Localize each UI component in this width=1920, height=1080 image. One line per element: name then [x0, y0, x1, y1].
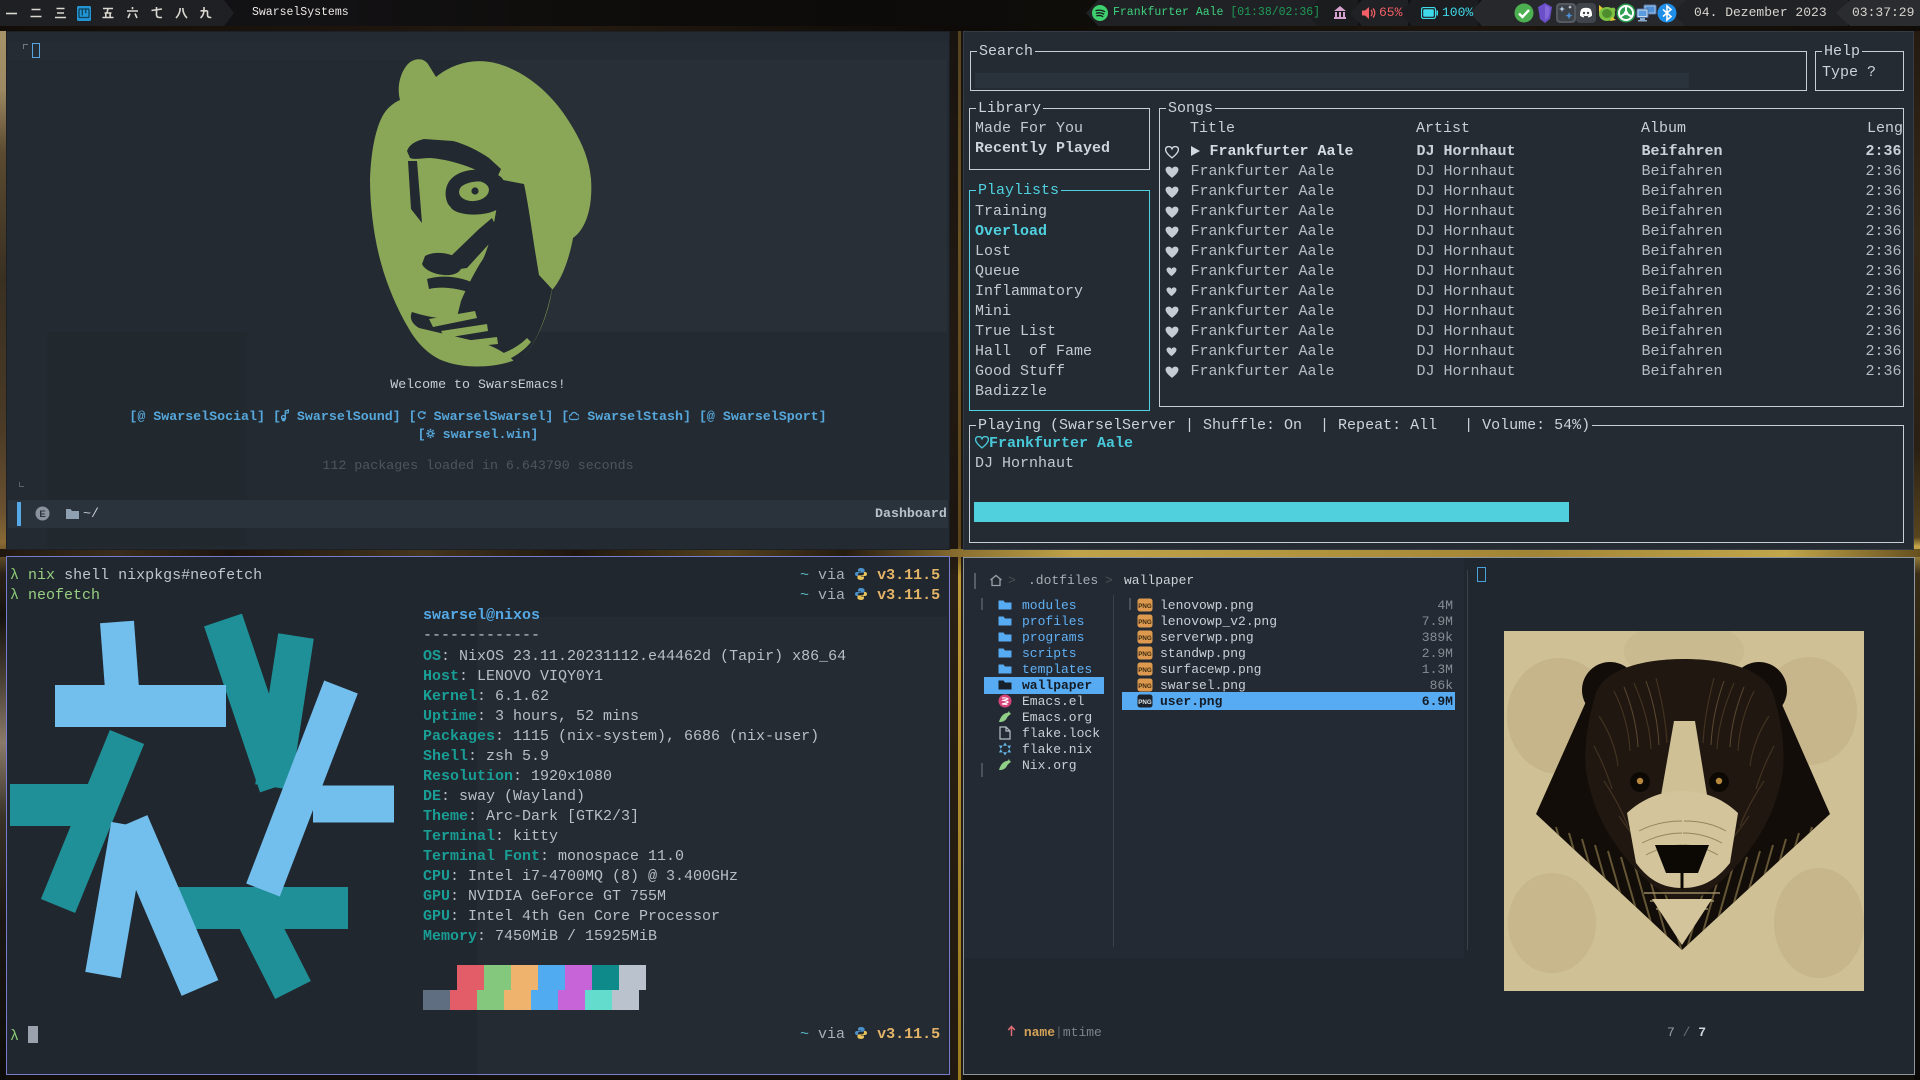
svg-text:PNG: PNG	[1138, 651, 1152, 658]
svg-text:PNG: PNG	[1138, 603, 1152, 610]
svg-text:PNG: PNG	[1138, 635, 1152, 642]
svg-text:PNG: PNG	[1138, 619, 1152, 626]
svg-text:PNG: PNG	[1138, 699, 1152, 706]
svg-text:PNG: PNG	[1138, 667, 1152, 674]
svg-text:PNG: PNG	[1138, 683, 1152, 690]
svg-text:E: E	[39, 509, 45, 520]
